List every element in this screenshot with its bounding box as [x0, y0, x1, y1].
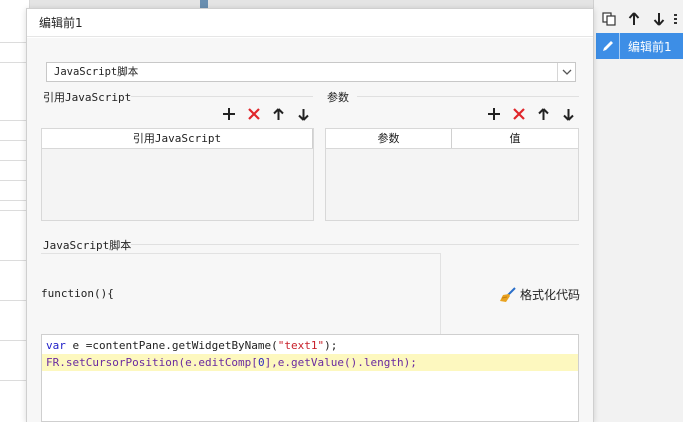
dialog-body: JavaScript脚本 引用JavaScript 引用JavaScript 参… — [27, 38, 593, 422]
add-icon[interactable] — [484, 104, 503, 124]
code-number: 0 — [257, 356, 265, 369]
edit-event-dialog: 编辑前1 JavaScript脚本 引用JavaScript 引用JavaScr… — [26, 8, 594, 422]
broom-icon — [500, 286, 516, 302]
move-up-icon[interactable] — [534, 104, 553, 124]
section-divider — [131, 244, 579, 245]
script-type-value: JavaScript脚本 — [54, 66, 139, 78]
code-text: .setCursorPosition(e.editComp[ — [59, 356, 258, 369]
code-text: ); — [324, 339, 338, 352]
event-list-panel: 编辑前1 — [593, 0, 683, 422]
dialog-title: 编辑前1 — [27, 9, 593, 37]
references-label: 引用JavaScript — [43, 91, 132, 104]
section-divider — [357, 96, 579, 97]
move-down-icon[interactable] — [294, 104, 313, 124]
edit-pencil-icon — [596, 33, 620, 59]
references-table-header: 引用JavaScript — [42, 129, 313, 149]
column-header: 引用JavaScript — [42, 129, 313, 148]
move-up-icon[interactable] — [269, 104, 288, 124]
code-object: FR — [46, 356, 60, 369]
section-divider — [131, 96, 313, 97]
move-down-icon[interactable] — [559, 104, 578, 124]
event-item-selected[interactable]: 编辑前1 — [596, 33, 683, 59]
copy-icon[interactable] — [598, 8, 620, 30]
event-list-toolbar — [594, 8, 683, 30]
chevron-down-icon[interactable] — [557, 63, 575, 81]
add-icon[interactable] — [219, 104, 238, 124]
code-text: e =contentPane.getWidgetByName( — [65, 339, 278, 352]
parameters-label: 参数 — [327, 91, 349, 104]
parameters-toolbar — [484, 104, 578, 124]
parameters-table-header: 参数 值 — [326, 129, 578, 149]
background-accent — [200, 0, 208, 8]
code-string: "text1" — [277, 339, 325, 352]
script-section-label: JavaScript脚本 — [43, 239, 132, 252]
move-up-icon[interactable] — [623, 8, 645, 30]
code-text: ],e.getValue().length); — [264, 356, 417, 369]
script-editor[interactable]: var e =contentPane.getWidgetByName("text… — [41, 334, 579, 422]
function-header-text: function(){ — [41, 287, 114, 300]
column-header-value: 值 — [509, 132, 521, 145]
references-table: 引用JavaScript — [41, 128, 314, 221]
script-type-select[interactable]: JavaScript脚本 — [46, 62, 576, 82]
code-line-2: FR.setCursorPosition(e.editComp[0],e.get… — [42, 354, 578, 371]
references-toolbar — [219, 104, 313, 124]
function-header-box: function(){ — [41, 253, 441, 335]
code-line-1: var e =contentPane.getWidgetByName("text… — [42, 337, 578, 354]
code-keyword: var — [46, 339, 66, 352]
move-down-icon[interactable] — [648, 8, 670, 30]
delete-icon[interactable] — [244, 104, 263, 124]
event-item-label: 编辑前1 — [628, 39, 672, 54]
format-code-label: 格式化代码 — [520, 288, 581, 302]
column-header-parameter: 参数 — [326, 129, 452, 148]
more-icon[interactable] — [670, 8, 683, 30]
background-toolbar — [0, 0, 596, 8]
format-code-button[interactable]: 格式化代码 — [499, 286, 580, 303]
parameters-table: 参数 值 — [325, 128, 579, 221]
delete-icon[interactable] — [509, 104, 528, 124]
